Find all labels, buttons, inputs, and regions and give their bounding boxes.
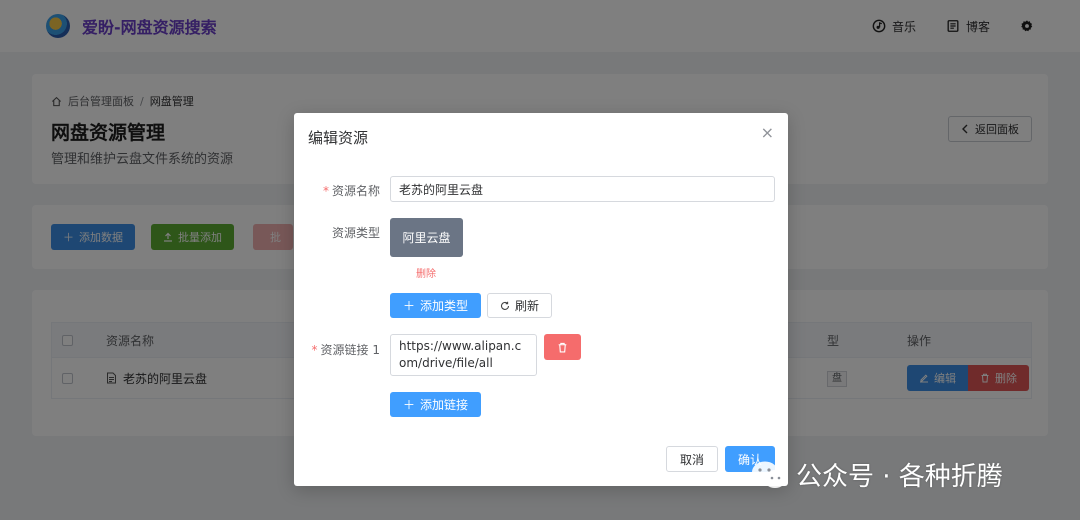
plus-icon: ＋ [403, 299, 416, 313]
type-delete-link[interactable]: 删除 [416, 265, 436, 280]
delete-link-button[interactable] [544, 334, 581, 360]
resource-name-input[interactable]: 老苏的阿里云盘 [390, 176, 775, 202]
refresh-button[interactable]: 刷新 [487, 293, 553, 318]
resource-type-label: 资源类型 [331, 226, 380, 240]
dialog-title: 编辑资源 [308, 129, 369, 147]
watermark-text: 公众号 · 各种折腾 [796, 462, 1003, 492]
resource-link-textarea[interactable]: https://www.alipan.com/drive/file/all [390, 334, 537, 376]
add-type-button[interactable]: ＋ 添加类型 [390, 293, 482, 318]
refresh-label: 刷新 [515, 299, 540, 313]
refresh-icon [501, 301, 510, 310]
trash-icon [558, 342, 567, 352]
cancel-button[interactable]: 取消 [666, 446, 719, 472]
plus-icon: ＋ [403, 398, 416, 412]
close-icon[interactable]: × [761, 125, 774, 141]
edit-resource-dialog: 编辑资源 × * 资源名称 老苏的阿里云盘 资源类型 阿里云盘 删除 ＋ 添加类型… [294, 113, 788, 486]
add-link-button[interactable]: ＋ 添加链接 [390, 392, 482, 417]
resource-name-label: * 资源名称 [322, 184, 380, 198]
resource-type-tile[interactable]: 阿里云盘 [390, 218, 463, 257]
wechat-icon [752, 461, 786, 488]
add-type-label: 添加类型 [420, 299, 469, 313]
resource-link-label: * 资源链接 1 [311, 343, 380, 357]
wechat-watermark: 公众号 · 各种折腾 [750, 456, 1003, 493]
add-link-label: 添加链接 [420, 398, 469, 412]
